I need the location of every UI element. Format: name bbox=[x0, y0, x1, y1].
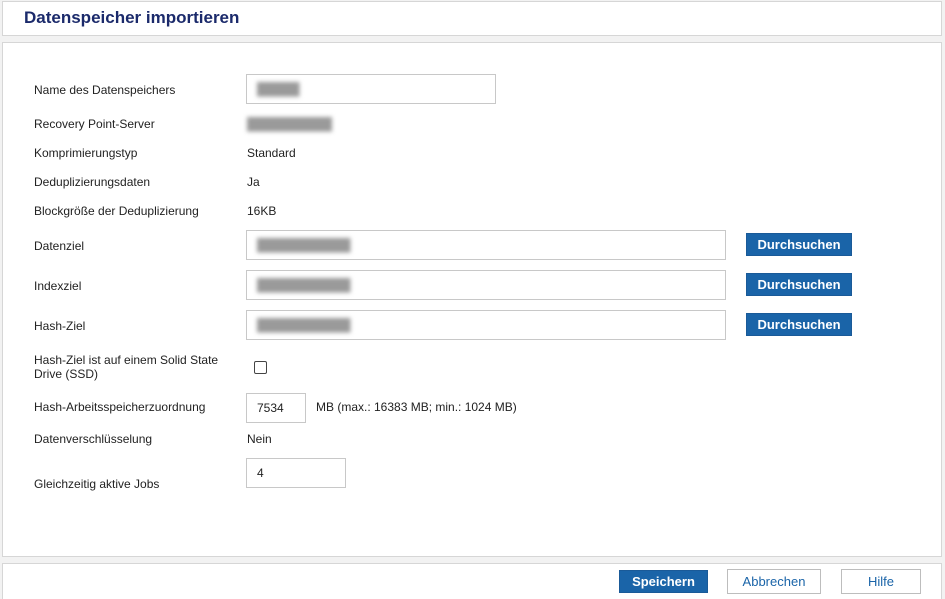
dedupe-label: Deduplizierungsdaten bbox=[34, 175, 151, 189]
import-datastore-form: Name des Datenspeichers █████ Recovery P… bbox=[2, 42, 942, 557]
data-dest-label: Datenziel bbox=[34, 239, 85, 253]
compression-label: Komprimierungstyp bbox=[34, 146, 138, 160]
hash-mem-label: Hash-Arbeitsspeicherzuordnung bbox=[34, 400, 206, 414]
cancel-button[interactable]: Abbrechen bbox=[727, 569, 821, 594]
hash-mem-hint: MB (max.: 16383 MB; min.: 1024 MB) bbox=[316, 400, 517, 414]
blocksize-value: 16KB bbox=[247, 204, 277, 218]
blocksize-label: Blockgröße der Deduplizierung bbox=[34, 204, 199, 218]
compression-value: Standard bbox=[247, 146, 296, 160]
ssd-label: Hash-Ziel ist auf einem Solid State Driv… bbox=[34, 353, 219, 381]
concurrent-jobs-input[interactable]: 4 bbox=[246, 458, 346, 488]
data-dest-input[interactable]: ███████████ bbox=[246, 230, 726, 260]
encryption-label: Datenverschlüsselung bbox=[34, 432, 153, 446]
rps-value: ██████████ bbox=[247, 117, 333, 131]
concurrent-jobs-label: Gleichzeitig aktive Jobs bbox=[34, 477, 160, 491]
dedupe-value: Ja bbox=[247, 175, 260, 189]
name-label: Name des Datenspeichers bbox=[34, 83, 176, 97]
index-dest-label: Indexziel bbox=[34, 279, 82, 293]
page-header: Datenspeicher importieren bbox=[2, 1, 942, 36]
index-dest-input[interactable]: ███████████ bbox=[246, 270, 726, 300]
encryption-value: Nein bbox=[247, 432, 272, 446]
index-dest-browse-button[interactable]: Durchsuchen bbox=[746, 273, 852, 296]
ssd-checkbox[interactable] bbox=[254, 361, 267, 374]
hash-mem-input[interactable]: 7534 bbox=[246, 393, 306, 423]
hash-dest-label: Hash-Ziel bbox=[34, 319, 86, 333]
save-button[interactable]: Speichern bbox=[619, 570, 708, 593]
hash-dest-browse-button[interactable]: Durchsuchen bbox=[746, 313, 852, 336]
help-button[interactable]: Hilfe bbox=[841, 569, 921, 594]
rps-label: Recovery Point-Server bbox=[34, 117, 155, 131]
footer-bar: Speichern Abbrechen Hilfe bbox=[2, 563, 942, 599]
name-input[interactable]: █████ bbox=[246, 74, 496, 104]
hash-dest-input[interactable]: ███████████ bbox=[246, 310, 726, 340]
page-title: Datenspeicher importieren bbox=[24, 8, 240, 27]
data-dest-browse-button[interactable]: Durchsuchen bbox=[746, 233, 852, 256]
